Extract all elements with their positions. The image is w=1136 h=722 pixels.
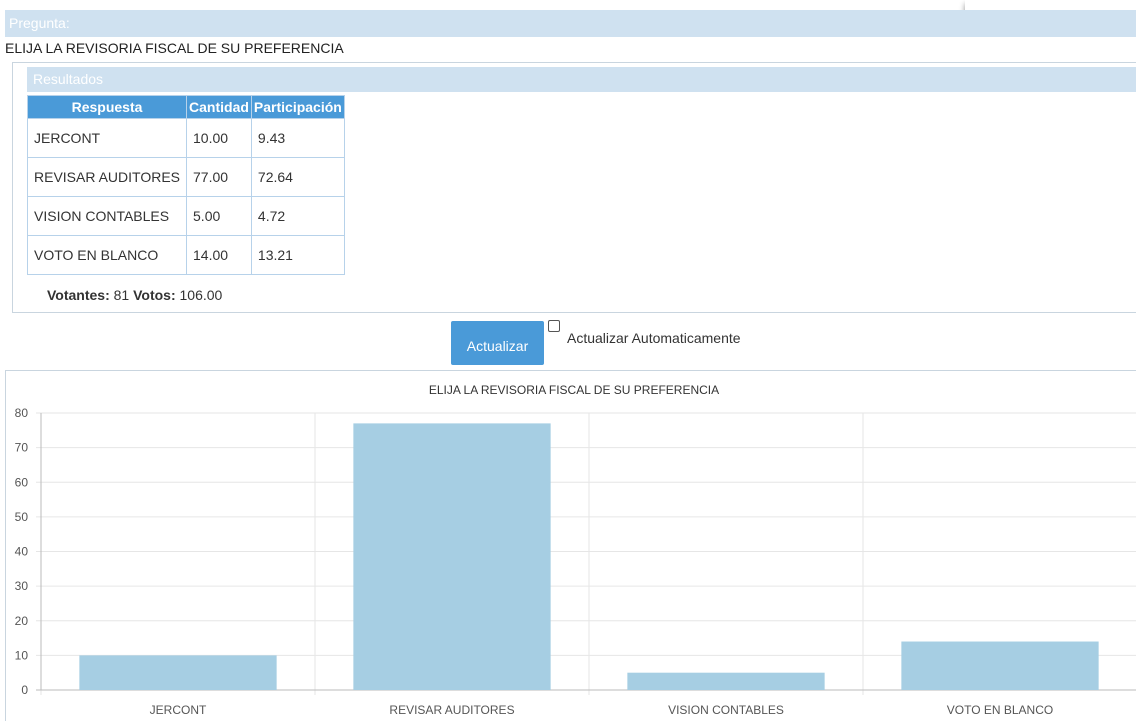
answer-cell: JERCONT [26,118,188,158]
question-text: ELIJA LA REVISORIA FISCAL DE SU PREFEREN… [5,40,344,56]
table-row: VOTO EN BLANCO 14.00 13.21 [26,235,345,275]
question-header: Pregunta: [5,10,1136,37]
auto-update-checkbox[interactable] [548,320,560,332]
table-row: VISION CONTABLES 5.00 4.72 [26,196,345,236]
x-tick-label: REVISAR AUDITORES [389,703,514,717]
votes-value: 106.00 [179,287,223,303]
answer-cell: REVISAR AUDITORES [26,157,188,197]
results-header: Resultados [27,67,1136,92]
quantity-cell: 10.00 [186,118,252,158]
vote-summary: Votantes: 81 Votos: 106.00 [47,287,222,303]
results-table: Respuesta Cantidad Participación JERCONT… [26,95,345,275]
answer-cell: VOTO EN BLANCO [26,235,188,275]
y-tick-label: 0 [21,683,28,697]
chart-title: ELIJA LA REVISORIA FISCAL DE SU PREFEREN… [429,383,719,397]
voters-label: Votantes: [47,287,110,303]
y-tick-label: 70 [15,441,29,455]
auto-update-label[interactable]: Actualizar Automaticamente [567,330,741,346]
quantity-cell: 5.00 [186,196,252,236]
quantity-cell: 77.00 [186,157,252,197]
column-header-respuesta: Respuesta [26,95,188,119]
voters-value: 81 [113,287,130,303]
x-tick-label: VOTO EN BLANCO [947,703,1053,717]
bar [79,655,277,690]
x-tick-label: VISION CONTABLES [668,703,784,717]
y-tick-label: 20 [15,614,29,628]
table-header-row: Respuesta Cantidad Participación [26,95,345,119]
answer-cell: VISION CONTABLES [26,196,188,236]
bar [901,641,1099,690]
bar-chart: ELIJA LA REVISORIA FISCAL DE SU PREFEREN… [15,383,1136,717]
x-tick-label: JERCONT [150,703,207,717]
table-row: JERCONT 10.00 9.43 [26,118,345,158]
y-tick-label: 50 [15,510,29,524]
column-header-participacion: Participación [250,95,345,119]
y-tick-label: 10 [15,648,29,662]
participation-cell: 4.72 [250,196,345,236]
y-tick-label: 60 [15,475,29,489]
participation-cell: 9.43 [250,118,345,158]
column-header-cantidad: Cantidad [186,95,252,119]
y-tick-label: 30 [15,579,29,593]
bar [353,423,551,690]
bar [627,672,825,690]
y-tick-label: 40 [15,545,29,559]
participation-cell: 72.64 [250,157,345,197]
votes-label: Votos: [133,287,176,303]
table-row: REVISAR AUDITORES 77.00 72.64 [26,157,345,197]
chart-panel: ELIJA LA REVISORIA FISCAL DE SU PREFEREN… [5,370,1136,721]
update-button[interactable]: Actualizar [451,321,544,365]
y-tick-label: 80 [15,406,29,420]
participation-cell: 13.21 [250,235,345,275]
quantity-cell: 14.00 [186,235,252,275]
